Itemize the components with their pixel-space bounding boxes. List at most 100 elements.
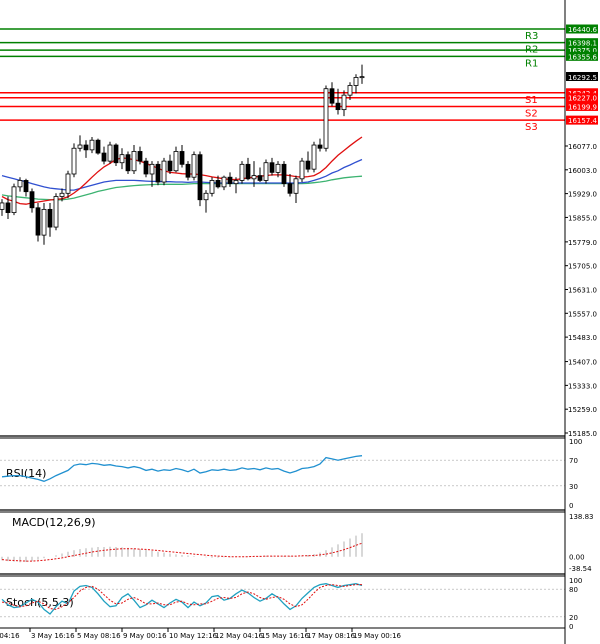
current-price-tag: 16292.5 — [566, 72, 598, 82]
candle — [95, 138, 101, 155]
macd-tick-label: -38.54 — [569, 565, 592, 573]
candle-body — [173, 151, 179, 172]
candle — [299, 157, 305, 183]
candle-body — [347, 85, 353, 96]
candle-body — [119, 154, 125, 164]
candle-body — [35, 207, 41, 236]
time-tick-label: 9 May 00:16 — [123, 632, 167, 640]
candle-body — [239, 163, 245, 181]
candle-body — [47, 208, 53, 228]
candle-body — [335, 102, 341, 111]
candle-body — [5, 202, 11, 213]
candle-body — [179, 151, 185, 165]
candle-body — [359, 76, 365, 79]
stoch-tick-label: 0 — [569, 623, 573, 631]
candle-body — [161, 160, 167, 183]
candle-body — [53, 196, 59, 228]
rsi-tick-label: 30 — [569, 483, 578, 491]
candle-body — [167, 160, 173, 172]
candle-body — [107, 144, 113, 162]
candle — [281, 161, 287, 187]
candle-body — [59, 192, 65, 197]
candle-body — [137, 151, 143, 162]
candle-body — [353, 77, 359, 86]
candle-body — [95, 139, 101, 154]
price-plot-area — [0, 8, 565, 433]
time-tick-label: 15 May 16:16 — [261, 632, 310, 640]
candle-body — [227, 176, 233, 185]
candle-body — [149, 163, 155, 175]
candle-body — [71, 147, 77, 175]
time-tick-label: 12 May 04:16 — [215, 632, 264, 640]
price-tick-label: 15929.0 — [568, 191, 597, 199]
stoch-panel: Stoch(5,5,3) 10080200 — [0, 577, 582, 631]
candle-body — [197, 154, 203, 201]
candle — [71, 143, 77, 178]
rsi-tick-label: 70 — [569, 457, 578, 465]
price-tick-label: 15483.0 — [568, 334, 597, 342]
level-price-text: 16157.4 — [568, 117, 597, 125]
macd-tick-label: 138.83 — [569, 513, 594, 521]
price-panel: 16077.0 16003.0 15929.0 15855.0 15779.0 15705… — [0, 8, 598, 438]
candle-body — [299, 160, 305, 180]
candle-body — [89, 139, 95, 151]
candle-body — [329, 88, 335, 104]
rsi-label: RSI(14) — [6, 467, 46, 480]
level-price-text: 16199.9 — [568, 103, 597, 111]
candle — [143, 157, 149, 178]
current-price-text: 16292.5 — [568, 74, 597, 82]
price-tick-label: 15259.0 — [568, 406, 597, 414]
candle — [11, 183, 17, 216]
candle — [311, 141, 317, 173]
time-tick-label: 19 May 00:16 — [353, 632, 402, 640]
price-tick-label: 15557.0 — [568, 310, 597, 318]
level-label: S1 — [525, 95, 538, 106]
candle-body — [185, 163, 191, 178]
level-label: R1 — [525, 58, 538, 69]
level-price-text: 16355.6 — [568, 53, 597, 61]
candle-body — [215, 180, 221, 188]
candle-body — [83, 144, 89, 151]
macd-panel: MACD(12,26,9) 138.83 0.00 -38.54 — [1, 513, 594, 573]
candle-body — [191, 154, 197, 178]
candle-body — [143, 160, 149, 175]
candle-body — [29, 191, 35, 209]
candle — [191, 151, 197, 181]
macd-label: MACD(12,26,9) — [12, 516, 96, 529]
candle-body — [293, 178, 299, 194]
price-tick-label: 15779.0 — [568, 239, 597, 247]
level-label: S3 — [525, 122, 538, 133]
candle — [323, 85, 329, 152]
rsi-line — [1, 455, 363, 482]
candle-body — [113, 144, 119, 164]
level-label: S2 — [525, 108, 538, 119]
time-tick-label: 3 May 16:16 — [31, 632, 75, 640]
time-tick-label: 10 May 12:16 — [169, 632, 218, 640]
rsi-tick-label: 0 — [569, 502, 573, 510]
level-price-text: 16440.6 — [568, 26, 597, 34]
candle-body — [251, 175, 257, 180]
time-tick-label: 5 May 08:16 — [77, 632, 121, 640]
candle-body — [155, 163, 161, 183]
candle-body — [341, 94, 347, 111]
level-price-text: 16227.0 — [568, 95, 597, 103]
time-tick-label: 17 May 08:16 — [307, 632, 356, 640]
price-tick-label: 15407.0 — [568, 359, 597, 367]
macd-tick-label: 0.00 — [569, 554, 585, 562]
candle-body — [257, 175, 263, 181]
candle-body — [125, 154, 131, 172]
candle-body — [311, 144, 317, 170]
time-axis: y 04:16 3 May 16:165 May 08:169 May 00:16… — [0, 627, 565, 640]
candle-body — [233, 180, 239, 185]
price-tick-label: 16003.0 — [568, 167, 597, 175]
candle-body — [263, 162, 269, 181]
candle — [209, 177, 215, 197]
stoch-tick-label: 80 — [569, 586, 578, 594]
candle-body — [131, 151, 137, 172]
candle-body — [287, 183, 293, 194]
rsi-tick-label: 100 — [569, 438, 582, 446]
trading-chart: 16077.0 16003.0 15929.0 15855.0 15779.0 15705… — [0, 0, 598, 644]
candle-body — [221, 176, 227, 188]
candle-body — [0, 202, 5, 210]
candle — [113, 143, 119, 166]
